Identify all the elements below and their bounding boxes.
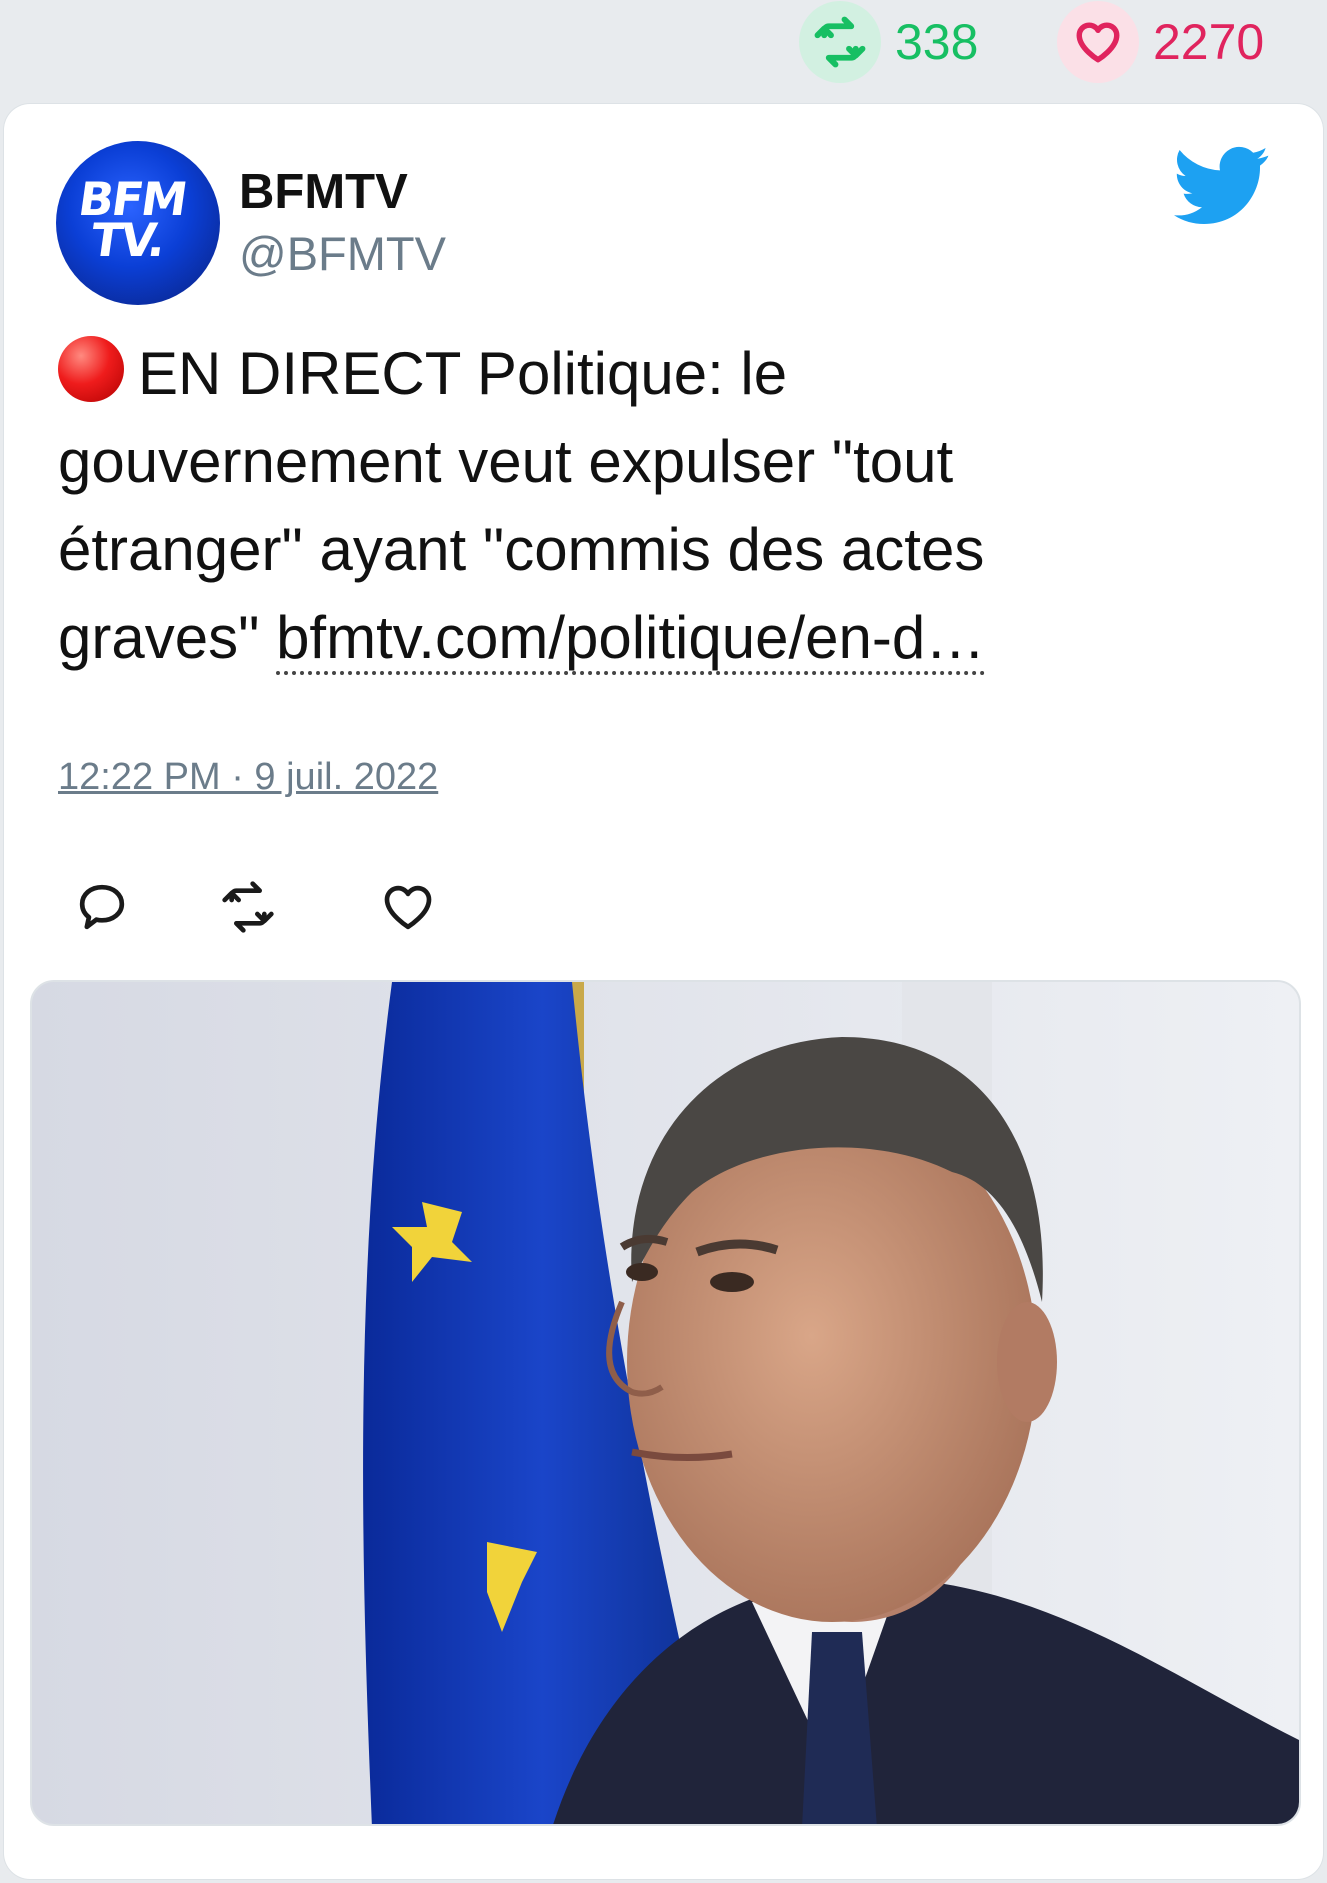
reply-icon[interactable] — [74, 879, 130, 935]
author-name[interactable]: BFMTV — [239, 164, 408, 220]
photo-scene — [32, 982, 1299, 1824]
tweet-text: EN DIRECT Politique: le gouvernement veu… — [58, 330, 1098, 682]
like-stat[interactable]: 2270 — [1057, 0, 1264, 84]
tweet-link[interactable]: bfmtv.com/politique/en-d… — [276, 604, 986, 675]
avatar[interactable]: BFM TV. — [56, 141, 220, 305]
like-count: 2270 — [1153, 14, 1265, 70]
tweet-timestamp[interactable]: 12:22 PM · 9 juil. 2022 — [58, 756, 438, 799]
tweet-photo[interactable] — [30, 980, 1301, 1826]
retweet-count: 338 — [895, 14, 979, 70]
engagement-bar: 338 2270 — [0, 0, 1327, 104]
twitter-bird-icon[interactable] — [1174, 146, 1270, 226]
tweet-card: BFM TV. BFMTV @BFMTV EN DIRECT Politique… — [4, 104, 1323, 1879]
like-icon[interactable] — [380, 879, 436, 935]
author-handle[interactable]: @BFMTV — [239, 226, 446, 281]
retweet-stat[interactable]: 338 — [799, 0, 978, 84]
retweet-icon — [799, 1, 881, 83]
red-circle-emoji — [58, 336, 124, 402]
retweet-icon[interactable] — [220, 879, 276, 935]
bfmtv-logo: BFM TV. — [75, 172, 190, 268]
heart-icon — [1057, 1, 1139, 83]
